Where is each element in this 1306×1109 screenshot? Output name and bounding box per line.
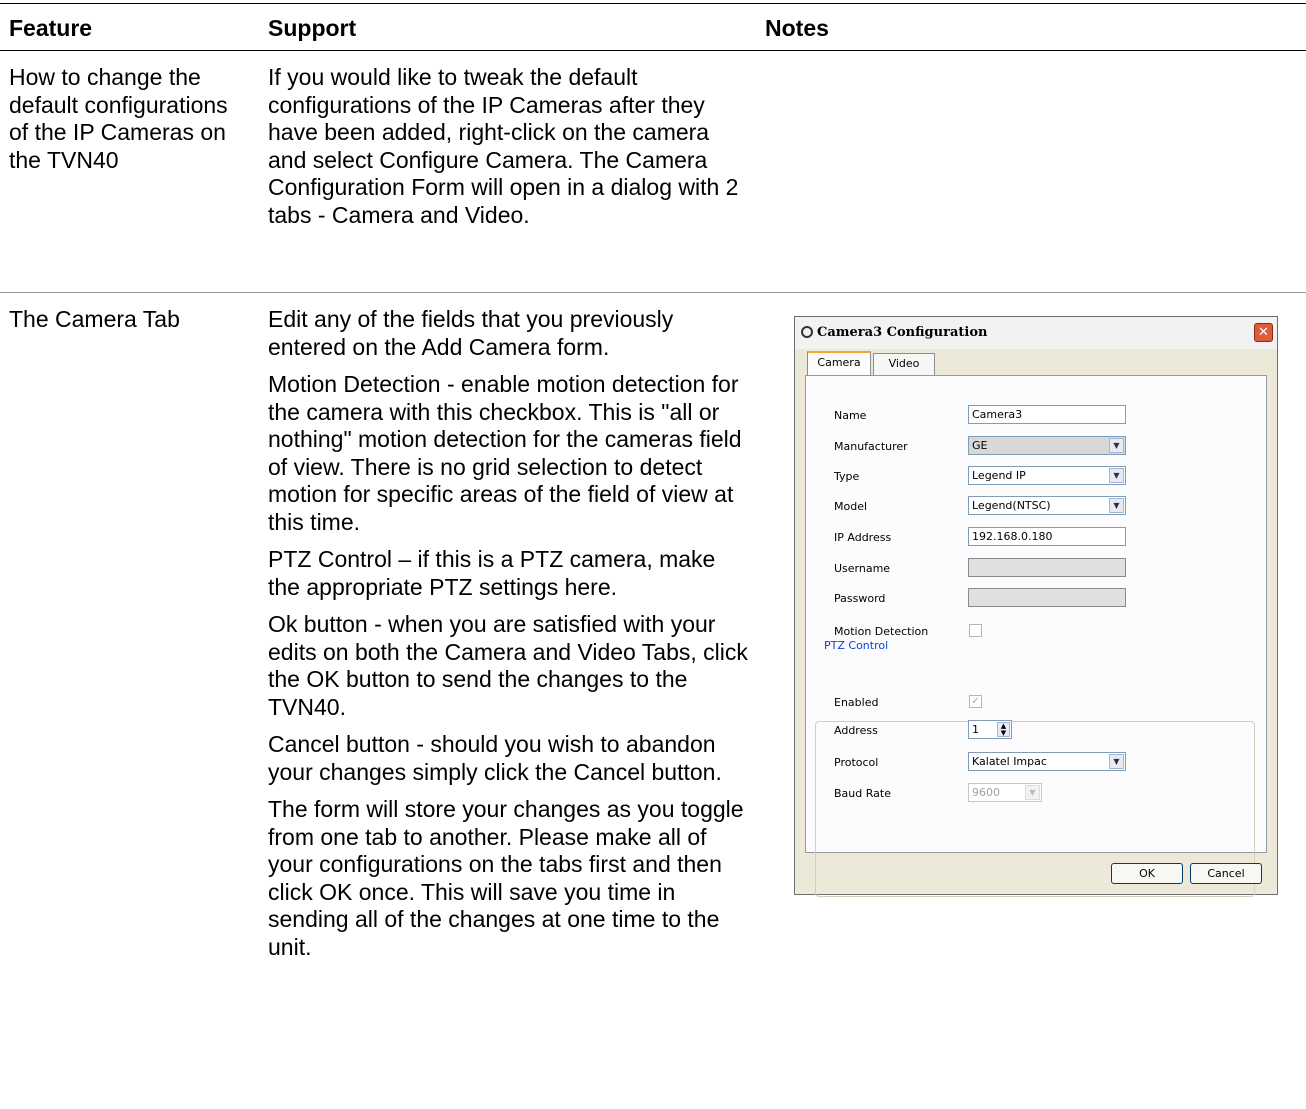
model-select[interactable]: Legend(NTSC) ▼ bbox=[968, 496, 1126, 515]
row2-support-para-6: The form will store your changes as you … bbox=[268, 796, 744, 960]
row1-support: If you would like to tweak the default c… bbox=[268, 64, 750, 239]
tab-video[interactable]: Video bbox=[873, 353, 935, 375]
ptz-protocol-value: Kalatel Impac bbox=[972, 755, 1047, 768]
ptz-address-stepper[interactable]: 1 ▲ ▼ bbox=[968, 720, 1012, 739]
ptz-enabled-checkbox[interactable]: ✓ bbox=[969, 695, 982, 708]
ptz-control-label: PTZ Control bbox=[822, 639, 891, 653]
password-label: Password bbox=[834, 592, 886, 605]
cancel-button[interactable]: Cancel bbox=[1190, 863, 1262, 884]
row2-support-para-2: Motion Detection - enable motion detecti… bbox=[268, 371, 742, 535]
close-icon[interactable]: ✕ bbox=[1254, 323, 1273, 342]
model-value: Legend(NTSC) bbox=[972, 499, 1051, 512]
motion-detection-label: Motion Detection bbox=[834, 625, 929, 638]
dialog-titlebar: Camera3 Configuration ✕ bbox=[795, 317, 1277, 349]
chevron-down-icon[interactable]: ▼ bbox=[1109, 754, 1124, 769]
motion-detection-checkbox[interactable] bbox=[969, 624, 982, 637]
ptz-control-group bbox=[815, 721, 1255, 897]
dialog-title: Camera3 Configuration bbox=[817, 325, 988, 340]
ip-address-field[interactable]: 192.168.0.180 bbox=[968, 527, 1126, 546]
header-rule bbox=[0, 50, 1306, 51]
row1-feature: How to change the default configurations… bbox=[9, 64, 228, 173]
ptz-protocol-label: Protocol bbox=[834, 756, 879, 769]
header-feature: Feature bbox=[9, 15, 93, 41]
username-label: Username bbox=[834, 562, 891, 575]
name-label: Name bbox=[834, 409, 867, 422]
name-field[interactable]: Camera3 bbox=[968, 405, 1126, 424]
row2-support-para-4: Ok button - when you are satisfied with … bbox=[268, 611, 748, 720]
model-label: Model bbox=[834, 500, 868, 513]
table-top-rule bbox=[0, 3, 1306, 4]
row2-support: Edit any of the fields that you previous… bbox=[268, 306, 750, 971]
row2-feature: The Camera Tab bbox=[9, 306, 180, 332]
ptz-protocol-select[interactable]: Kalatel Impac ▼ bbox=[968, 752, 1126, 771]
password-field[interactable] bbox=[968, 588, 1126, 607]
manufacturer-label: Manufacturer bbox=[834, 440, 908, 453]
type-select[interactable]: Legend IP ▼ bbox=[968, 466, 1126, 485]
type-label: Type bbox=[834, 470, 860, 483]
ptz-address-label: Address bbox=[834, 724, 878, 737]
type-value: Legend IP bbox=[972, 469, 1026, 482]
ptz-enabled-label: Enabled bbox=[834, 696, 879, 709]
ptz-baud-label: Baud Rate bbox=[834, 787, 891, 800]
chevron-down-icon: ▼ bbox=[1025, 785, 1040, 800]
camera-configuration-dialog: Camera3 Configuration ✕ Camera Video Nam… bbox=[794, 316, 1278, 897]
ok-button[interactable]: OK bbox=[1111, 863, 1183, 884]
camera-tab-panel: Name Camera3 Manufacturer GE ▼ Type Lege… bbox=[805, 375, 1267, 897]
manufacturer-value: GE bbox=[972, 439, 988, 452]
header-support: Support bbox=[268, 15, 357, 41]
chevron-down-icon[interactable]: ▼ bbox=[1109, 498, 1124, 513]
row2-support-para-5: Cancel button - should you wish to aband… bbox=[268, 731, 722, 785]
ptz-baud-value: 9600 bbox=[972, 786, 1000, 799]
ip-address-label: IP Address bbox=[834, 531, 892, 544]
window-icon bbox=[801, 326, 813, 338]
tab-camera[interactable]: Camera bbox=[807, 351, 871, 375]
chevron-down-icon[interactable]: ▼ bbox=[1109, 468, 1124, 483]
row2-support-para-1: Edit any of the fields that you previous… bbox=[268, 306, 674, 360]
ptz-address-value: 1 bbox=[972, 723, 979, 736]
row-divider bbox=[0, 292, 1306, 293]
spin-arrows-icon[interactable]: ▲ ▼ bbox=[997, 722, 1010, 737]
username-field[interactable] bbox=[968, 558, 1126, 577]
row2-support-para-3: PTZ Control – if this is a PTZ camera, m… bbox=[268, 546, 716, 600]
manufacturer-select[interactable]: GE ▼ bbox=[968, 436, 1126, 455]
header-notes: Notes bbox=[765, 15, 829, 41]
chevron-down-icon[interactable]: ▼ bbox=[1109, 438, 1124, 453]
ptz-baud-select[interactable]: 9600 ▼ bbox=[968, 783, 1042, 802]
row1-support-para: If you would like to tweak the default c… bbox=[268, 64, 739, 228]
